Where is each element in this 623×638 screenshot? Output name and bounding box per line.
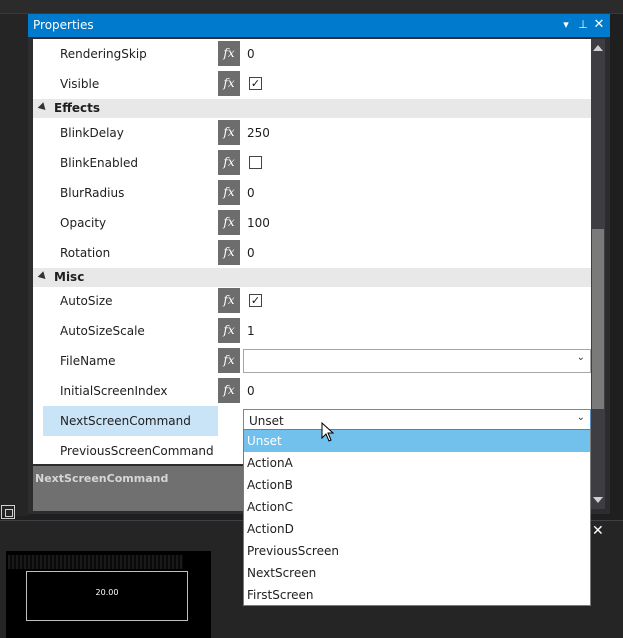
property-row: BlinkDelay fx 250 bbox=[33, 118, 591, 148]
mouse-cursor-icon bbox=[321, 422, 335, 442]
property-row: RenderingSkip fx 0 bbox=[33, 39, 591, 69]
property-row: Visible fx ✓ bbox=[33, 69, 591, 99]
property-name: RenderingSkip bbox=[60, 47, 147, 61]
property-name: FileName bbox=[60, 354, 116, 368]
property-name: BlinkDelay bbox=[60, 126, 124, 140]
property-name: AutoSize bbox=[60, 294, 113, 308]
dropdown-option[interactable]: ActionA bbox=[244, 452, 590, 474]
fullscreen-icon[interactable] bbox=[1, 505, 15, 519]
scroll-thumb[interactable] bbox=[592, 229, 604, 409]
dropdown-option[interactable]: PreviousScreen bbox=[244, 540, 590, 562]
fx-binding-icon[interactable]: fx bbox=[218, 318, 240, 343]
property-name: Visible bbox=[60, 77, 100, 91]
dropdown-list: Unset ActionA ActionB ActionC ActionD Pr… bbox=[243, 429, 591, 606]
fx-binding-icon[interactable]: fx bbox=[218, 288, 240, 313]
dropdown-option[interactable]: ActionC bbox=[244, 496, 590, 518]
fx-binding-icon[interactable]: fx bbox=[218, 120, 240, 145]
description-title: NextScreenCommand bbox=[35, 472, 169, 485]
category-header[interactable]: Misc bbox=[33, 268, 591, 287]
property-name: Rotation bbox=[60, 246, 111, 260]
dropdown-option[interactable]: ActionD bbox=[244, 518, 590, 540]
property-row: BlurRadius fx 0 bbox=[33, 178, 591, 208]
dropdown-option[interactable]: ActionB bbox=[244, 474, 590, 496]
property-row: AutoSize fx ✓ bbox=[33, 286, 591, 316]
category-header[interactable]: Effects bbox=[33, 99, 591, 118]
property-name: PreviousScreenCommand bbox=[60, 444, 214, 458]
property-row: AutoSizeScale fx 1 bbox=[33, 316, 591, 346]
visible-checkbox[interactable]: ✓ bbox=[249, 77, 262, 90]
property-name: Opacity bbox=[60, 216, 107, 230]
property-name: AutoSizeScale bbox=[60, 324, 145, 338]
scroll-down-icon[interactable] bbox=[593, 497, 603, 503]
property-name: BlinkEnabled bbox=[60, 156, 138, 170]
panel-title: Properties bbox=[33, 18, 94, 32]
top-strip bbox=[0, 0, 623, 14]
close-icon[interactable]: ✕ bbox=[591, 16, 607, 34]
property-value[interactable]: 1 bbox=[247, 316, 255, 346]
property-row: FileName fx ⌄ bbox=[33, 346, 591, 376]
property-row: Rotation fx 0 bbox=[33, 238, 591, 268]
property-row: Opacity fx 100 bbox=[33, 208, 591, 238]
fx-binding-icon[interactable]: fx bbox=[218, 150, 240, 175]
autosize-checkbox[interactable]: ✓ bbox=[249, 294, 262, 307]
scroll-up-icon[interactable] bbox=[593, 45, 603, 51]
fx-binding-icon[interactable]: fx bbox=[218, 41, 240, 66]
dropdown-option[interactable]: NextScreen bbox=[244, 562, 590, 584]
property-value[interactable]: 250 bbox=[247, 118, 270, 148]
property-value[interactable]: 0 bbox=[247, 178, 255, 208]
left-toolbar bbox=[0, 14, 28, 519]
screen-preview-thumbnail[interactable]: 20.00 bbox=[6, 551, 211, 638]
property-grid: RenderingSkip fx 0 Visible fx ✓ Effects … bbox=[33, 39, 591, 464]
fx-binding-icon[interactable]: fx bbox=[218, 378, 240, 403]
dropdown-option[interactable]: FirstScreen bbox=[244, 584, 590, 606]
category-label: Misc bbox=[54, 270, 85, 284]
collapse-triangle-icon[interactable] bbox=[37, 271, 49, 282]
property-name: InitialScreenIndex bbox=[60, 384, 168, 398]
combo-value: Unset bbox=[249, 414, 284, 428]
property-value[interactable]: 100 bbox=[247, 208, 270, 238]
property-name: NextScreenCommand bbox=[43, 406, 218, 436]
close-icon[interactable]: ✕ bbox=[592, 523, 604, 539]
pin-icon[interactable]: ⊥ bbox=[575, 16, 591, 34]
category-label: Effects bbox=[54, 101, 101, 115]
preview-value: 20.00 bbox=[95, 588, 119, 597]
property-value[interactable]: 0 bbox=[247, 238, 255, 268]
property-name: BlurRadius bbox=[60, 186, 125, 200]
chevron-down-icon[interactable]: ⌄ bbox=[577, 352, 585, 363]
chevron-down-icon[interactable]: ⌄ bbox=[577, 412, 585, 423]
fx-binding-icon[interactable]: fx bbox=[218, 71, 240, 96]
collapse-triangle-icon[interactable] bbox=[37, 102, 49, 113]
preview-header bbox=[8, 555, 183, 569]
property-row: BlinkEnabled fx bbox=[33, 148, 591, 178]
property-value[interactable]: 0 bbox=[247, 39, 255, 69]
fx-binding-icon[interactable]: fx bbox=[218, 240, 240, 265]
blink-enabled-checkbox[interactable] bbox=[249, 156, 262, 169]
dropdown-option[interactable]: Unset bbox=[244, 430, 590, 452]
preview-frame: 20.00 bbox=[26, 571, 188, 621]
properties-titlebar: Properties ▾ ⊥ ✕ bbox=[28, 14, 610, 37]
fx-binding-icon[interactable]: fx bbox=[218, 348, 240, 373]
fx-binding-icon[interactable]: fx bbox=[218, 180, 240, 205]
panel-menu-dropdown-icon[interactable]: ▾ bbox=[558, 16, 574, 34]
fx-binding-icon[interactable]: fx bbox=[218, 210, 240, 235]
filename-combo[interactable]: ⌄ bbox=[243, 349, 591, 373]
property-value[interactable]: 0 bbox=[247, 376, 255, 406]
vertical-scrollbar[interactable] bbox=[591, 39, 605, 509]
property-row: InitialScreenIndex fx 0 bbox=[33, 376, 591, 406]
